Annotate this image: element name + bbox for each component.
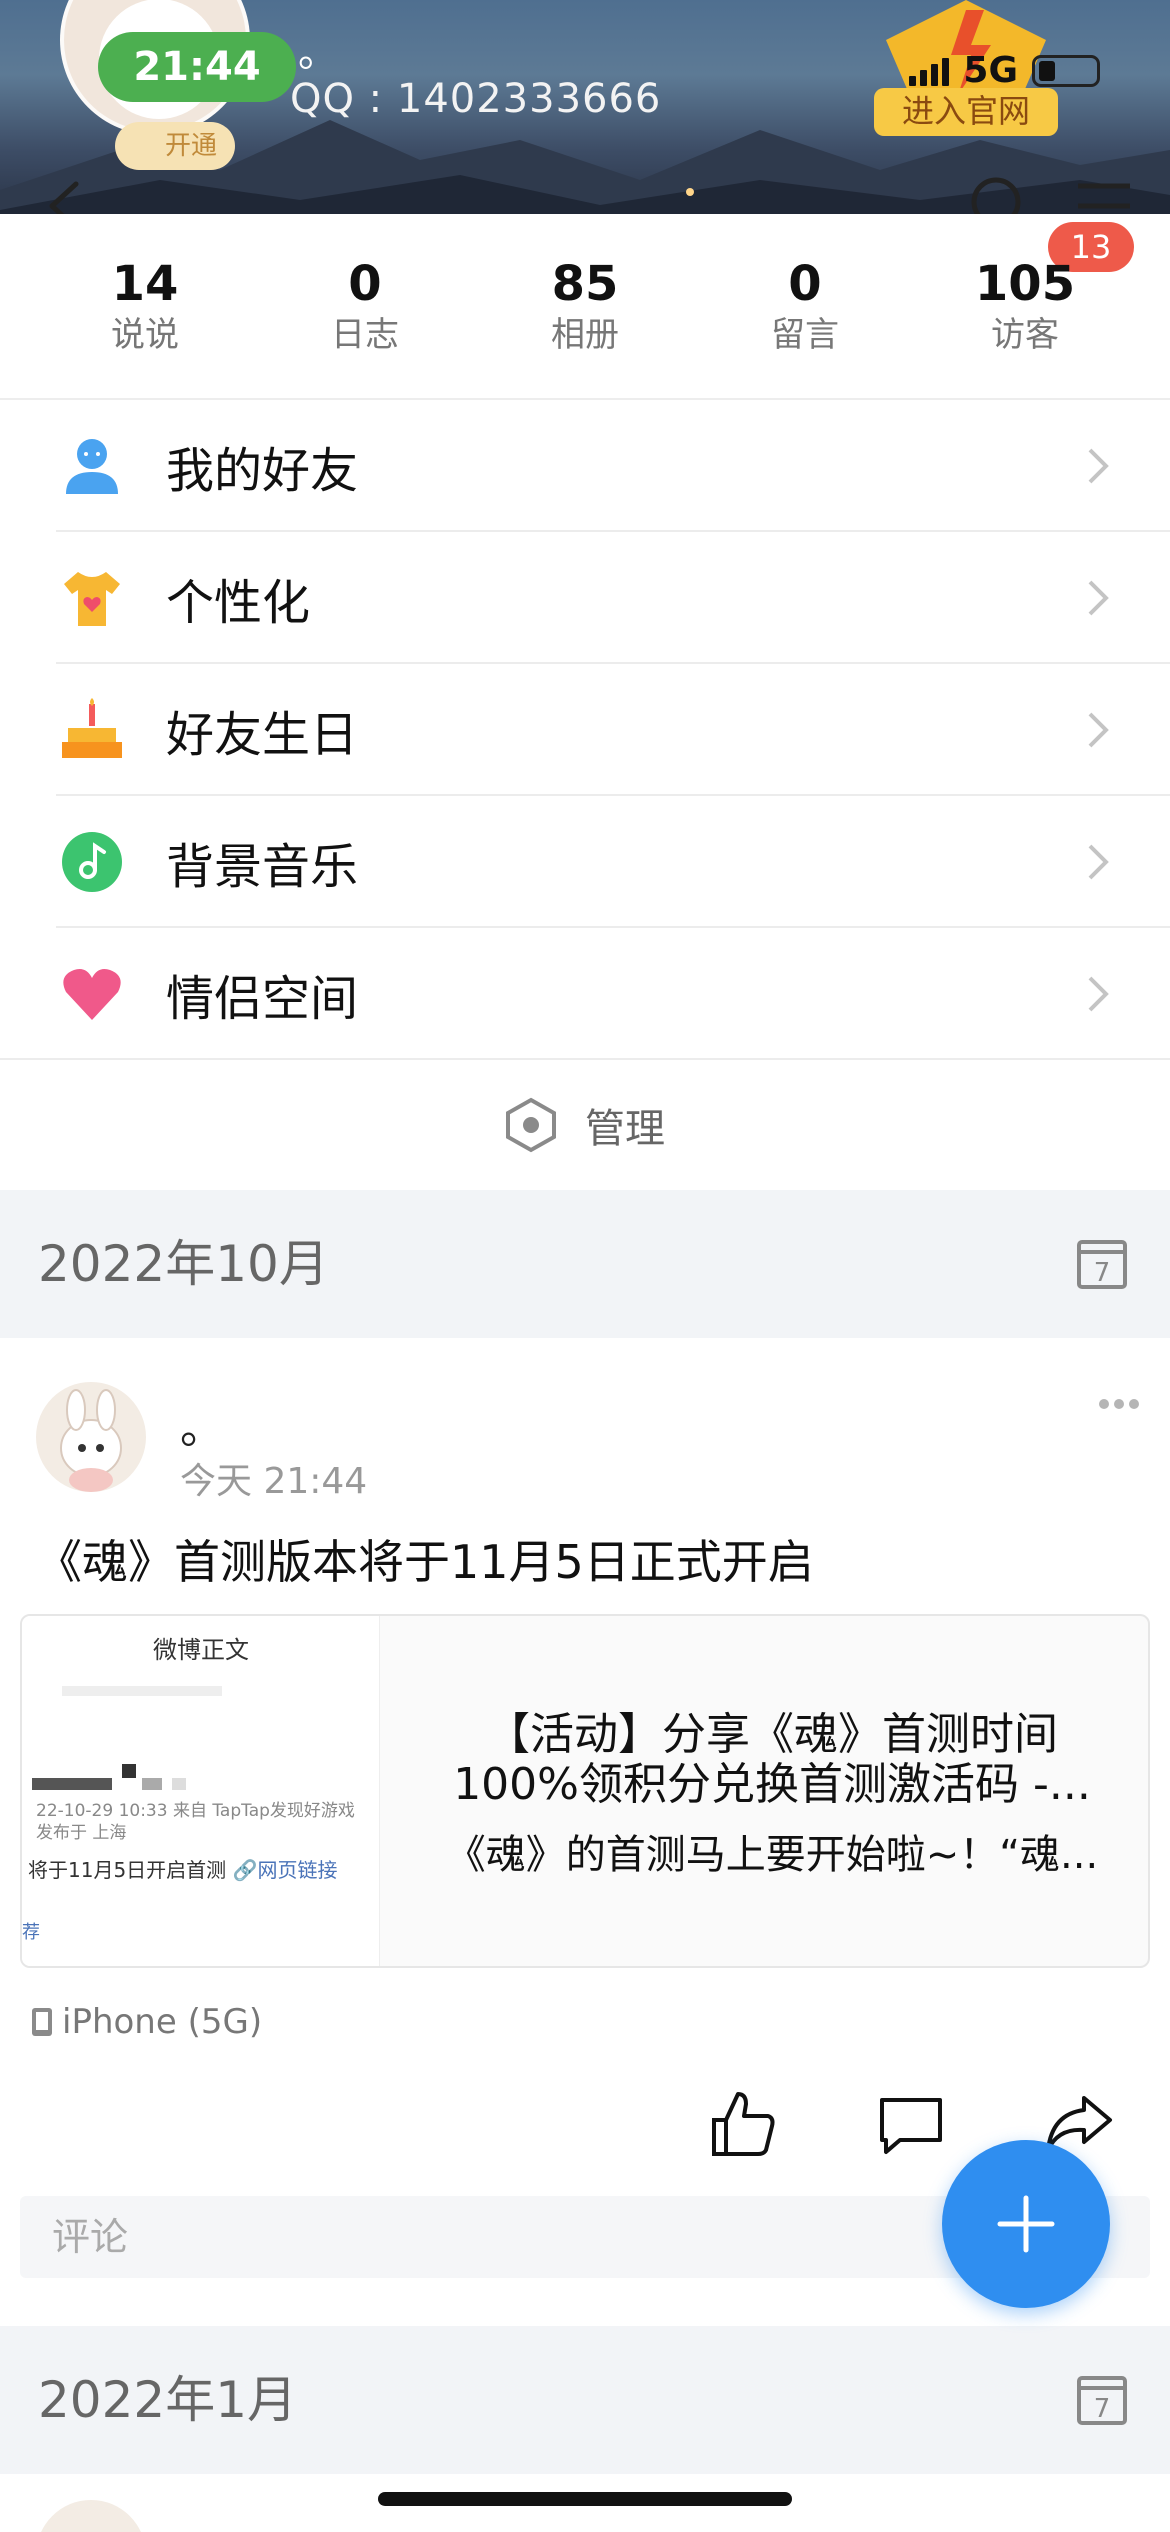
stat-label: 日志 [331, 315, 399, 355]
music-icon [62, 832, 122, 892]
post-time: 今天 21:44 [180, 1461, 368, 1502]
add-post-button[interactable] [942, 2140, 1110, 2308]
search-icon[interactable] [966, 172, 1036, 214]
stat-album[interactable]: 85 相册 [485, 255, 685, 357]
stats-row: 14 说说 0 日志 85 相册 0 留言 105 访客 [0, 255, 1170, 357]
stat-shuoshuo[interactable]: 14 说说 [45, 255, 245, 357]
svg-text:7: 7 [1094, 2394, 1111, 2424]
stat-label: 访客 [991, 315, 1059, 355]
thumbs-up-icon[interactable] [708, 2088, 778, 2160]
profile-header: 开通 21:44 。 QQ : 1402333666 进入官网 5G [0, 0, 1170, 214]
stat-value: 14 [111, 256, 179, 312]
signal-icon [909, 56, 950, 86]
stat-blog[interactable]: 0 日志 [265, 255, 465, 357]
menu-item-friends[interactable]: 我的好友 [0, 400, 1170, 532]
chevron-right-icon [1088, 844, 1109, 880]
qzone-profile-screen: 开通 21:44 。 QQ : 1402333666 进入官网 5G 13 14… [0, 0, 1170, 2532]
menu-item-label: 情侣空间 [166, 971, 359, 1027]
network-type: 5G [963, 50, 1018, 91]
stat-value: 105 [974, 256, 1076, 312]
vip-open-badge[interactable]: 开通 [115, 122, 235, 170]
post-author-avatar[interactable] [36, 1382, 146, 1492]
phone-icon [32, 2008, 52, 2036]
qq-number: QQ : 1402333666 [290, 76, 662, 122]
thumbnail-meta: 22-10-29 10:33 来自 TapTap发现好游戏 发布于 上海 [36, 1801, 355, 1843]
stat-value: 0 [788, 256, 822, 312]
menu-item-couple-space[interactable]: 情侣空间 [0, 928, 1170, 1060]
stat-value: 0 [348, 256, 382, 312]
manage-label: 管理 [585, 1106, 665, 1152]
menu-item-label: 好友生日 [166, 707, 359, 763]
manage-button[interactable]: 管理 [0, 1058, 1170, 1190]
month-header: 2022年10月 7 [0, 1190, 1170, 1338]
menu-item-label: 个性化 [166, 575, 311, 631]
thumbnail-line: 将于11月5日开启首测 🔗网页链接 [28, 1858, 338, 1882]
post-text: 《魂》首测版本将于11月5日正式开启 [36, 1535, 814, 1589]
status-time: 21:44 [98, 32, 296, 102]
blurred-name-block [32, 1764, 186, 1790]
stat-label: 留言 [771, 315, 839, 355]
battery-icon [1032, 54, 1100, 87]
menu-item-birthday[interactable]: 好友生日 [0, 664, 1170, 796]
heart-icon [63, 969, 121, 1020]
shared-link-card[interactable]: 微博正文 22-10-29 10:33 来自 TapTap发现好游戏 发布于 上… [20, 1614, 1150, 1968]
comment-icon[interactable] [876, 2094, 946, 2156]
shared-description: 《魂》的首测马上要开始啦~！“魂... [445, 1832, 1099, 1878]
cake-icon [62, 698, 122, 758]
menu-item-label: 背景音乐 [166, 839, 359, 895]
status-bar: 5G [909, 50, 1100, 91]
post-author-name[interactable]: 。 [180, 1392, 224, 1456]
calendar-icon[interactable]: 7 [1076, 1236, 1128, 1290]
shared-thumbnail: 微博正文 22-10-29 10:33 来自 TapTap发现好游戏 发布于 上… [22, 1616, 380, 1966]
hexagon-settings-icon [506, 1097, 556, 1153]
month-label: 2022年1月 [38, 2371, 298, 2429]
device-label: iPhone (5G) [62, 2002, 263, 2042]
shared-title-line2: 100%领积分兑换首测激活码 -... [453, 1759, 1091, 1810]
menu-item-music[interactable]: 背景音乐 [0, 796, 1170, 928]
plus-icon [997, 2195, 1055, 2253]
menu-item-label: 我的好友 [166, 443, 359, 499]
official-site-label: 进入官网 [902, 92, 1030, 130]
next-post-avatar[interactable] [36, 2500, 146, 2532]
stat-label: 说说 [111, 315, 179, 355]
home-indicator[interactable] [378, 2492, 792, 2506]
chevron-right-icon [1088, 580, 1109, 616]
stat-message[interactable]: 0 留言 [705, 255, 905, 357]
month-label: 2022年10月 [38, 1235, 329, 1293]
calendar-icon[interactable]: 7 [1076, 2372, 1128, 2426]
stat-label: 相册 [551, 315, 619, 355]
thumbnail-rec: 荐 [22, 1922, 40, 1943]
chevron-right-icon [1088, 712, 1109, 748]
stat-visitors[interactable]: 105 访客 [925, 255, 1125, 357]
vip-open-label: 开通 [165, 131, 218, 161]
menu-icon[interactable] [1074, 180, 1134, 214]
chevron-right-icon [1088, 976, 1109, 1012]
feature-menu: 我的好友 个性化 好友生日 背景音乐 情侣空间 [0, 400, 1170, 1060]
more-options-icon[interactable] [1098, 1398, 1140, 1410]
device-source: iPhone (5G) [30, 2002, 262, 2042]
stat-value: 85 [551, 256, 619, 312]
month-header: 2022年1月 7 [0, 2326, 1170, 2474]
thumbnail-title: 微博正文 [153, 1636, 249, 1664]
nickname: 。 [298, 30, 338, 76]
back-arrow-icon[interactable] [44, 178, 84, 214]
chevron-right-icon [1088, 448, 1109, 484]
menu-item-personalize[interactable]: 个性化 [0, 532, 1170, 664]
svg-text:7: 7 [1094, 1258, 1111, 1288]
user-icon [66, 439, 118, 494]
tshirt-icon [64, 572, 120, 626]
